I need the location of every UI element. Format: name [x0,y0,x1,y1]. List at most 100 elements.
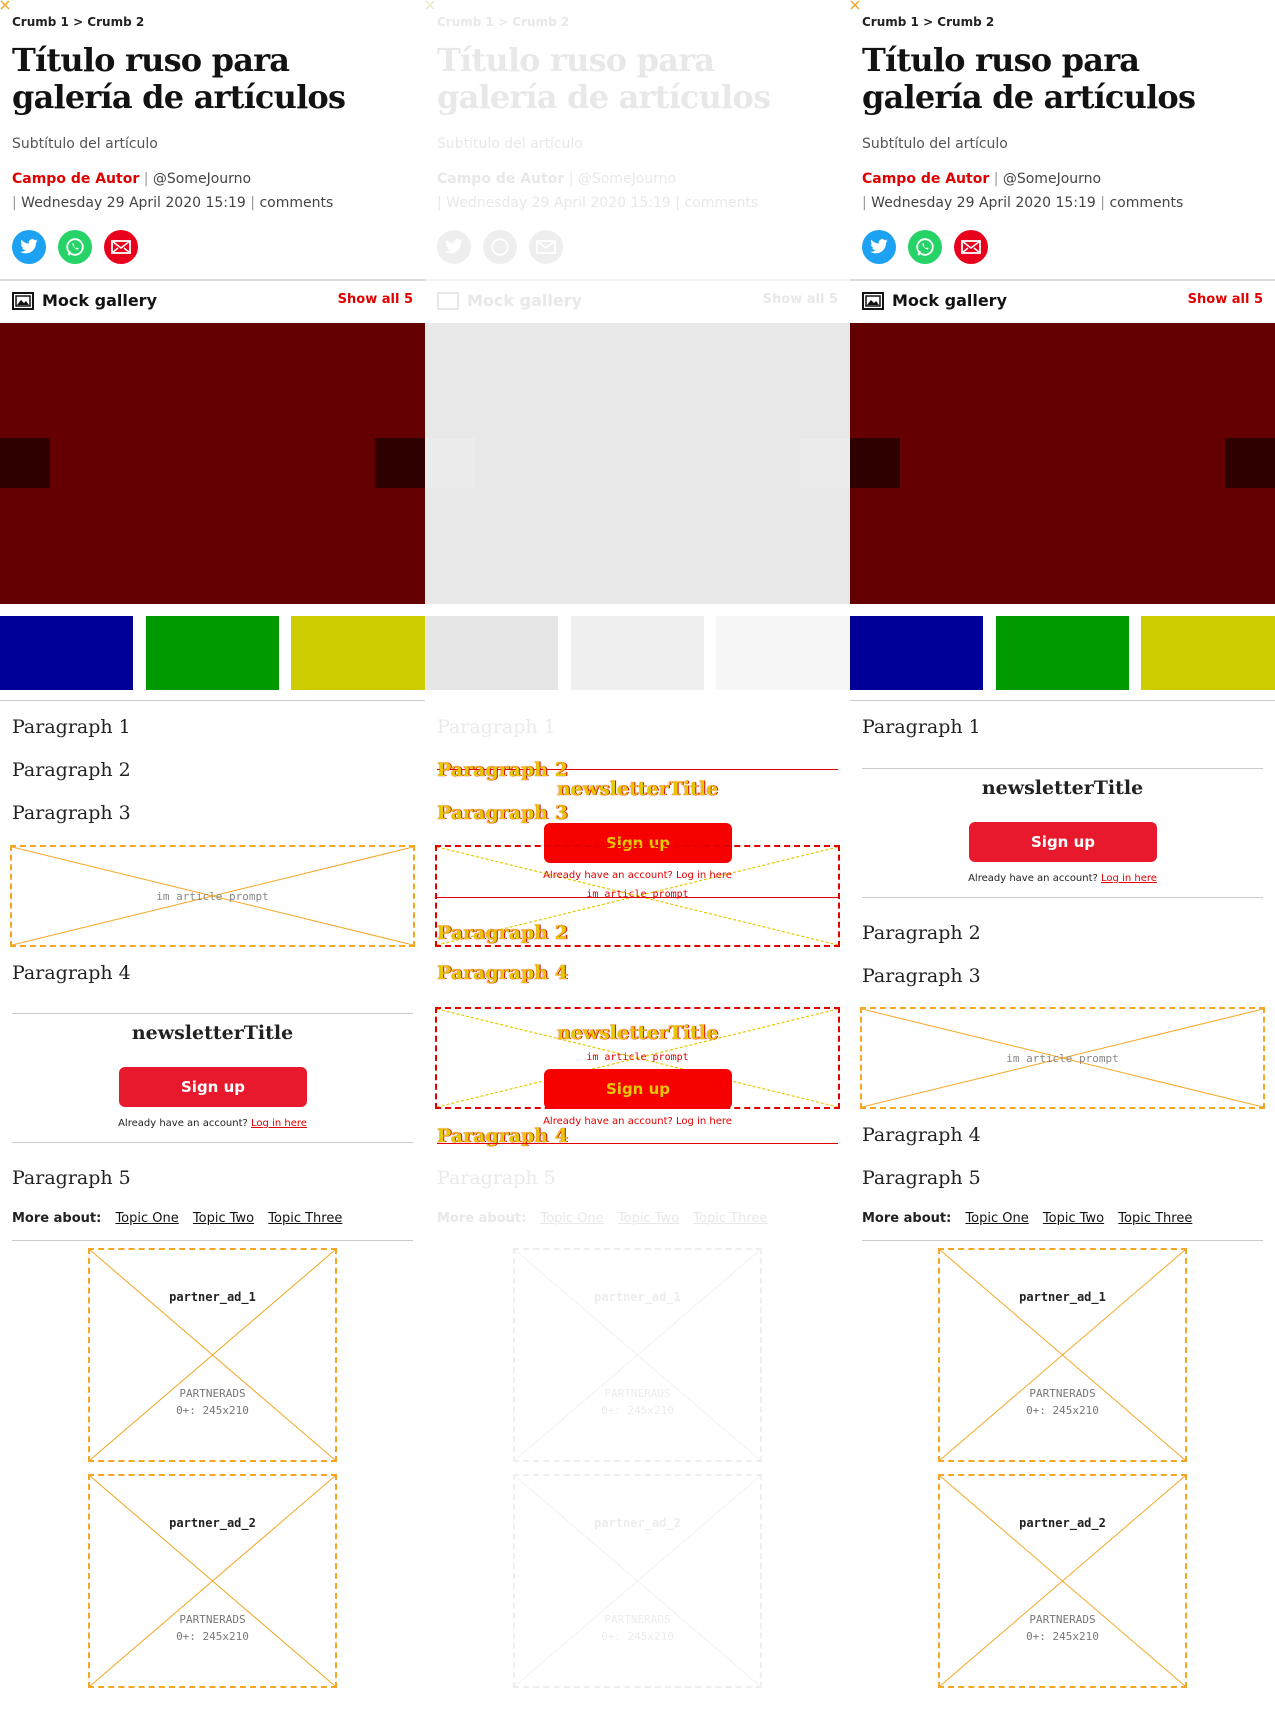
gallery-thumbnail[interactable] [716,616,850,690]
paragraph: Paragraph 4 [12,962,131,984]
comments-link[interactable]: comments [684,195,758,211]
show-all-link[interactable]: Show all 5 [763,292,838,307]
dateline: | Wednesday 29 April 2020 15:19 | commen… [12,195,333,211]
show-all-link[interactable]: Show all 5 [338,292,413,307]
email-share-button[interactable] [529,230,563,264]
dateline: | Wednesday 29 April 2020 15:19 | commen… [437,195,758,211]
broken-image-icon [850,0,860,10]
login-link[interactable]: Log in here [251,1118,307,1129]
login-prompt-text: Already have an account? [118,1118,248,1129]
ad-size: 0+: 245x210 [176,1404,249,1417]
gallery-thumbnail[interactable] [996,616,1129,690]
paragraph: Paragraph 2 [12,759,131,781]
whatsapp-share-button[interactable] [483,230,517,264]
gallery-thumbnail[interactable] [1141,616,1275,690]
author-link[interactable]: Campo de Autor [12,171,139,187]
email-share-button[interactable] [104,230,138,264]
topic-link[interactable]: Topic Two [1043,1211,1104,1226]
publish-date: Wednesday 29 April 2020 15:19 [21,195,246,211]
diff-login-link[interactable]: Log in here [676,870,732,881]
gallery-thumbnail[interactable] [425,616,558,690]
topic-link[interactable]: Topic One [540,1211,603,1226]
partner-ad-slot[interactable]: partner_ad_2 PARTNERADS 0+: 245x210 [938,1474,1187,1688]
show-all-link[interactable]: Show all 5 [1188,292,1263,307]
partner-ad-slot[interactable]: partner_ad_2 PARTNERADS 0+: 245x210 [88,1474,337,1688]
breadcrumb[interactable]: Crumb 1 > Crumb 2 [437,15,569,29]
diff-paragraph: Paragraph 3 [437,802,568,824]
dateline: | Wednesday 29 April 2020 15:19 | commen… [862,195,1183,211]
gallery-prev-button[interactable] [0,438,50,488]
topic-link[interactable]: Topic Two [193,1211,254,1226]
breadcrumb[interactable]: Crumb 1 > Crumb 2 [862,15,994,29]
byline: Campo de Autor | @SomeJourno [12,171,251,187]
prompt-label: im article prompt [156,890,269,903]
ad-info: PARTNERADS 0+: 245x210 [90,1385,335,1419]
ad-size: 0+: 245x210 [1026,1630,1099,1643]
breadcrumb[interactable]: Crumb 1 > Crumb 2 [12,15,144,29]
gallery-main-image[interactable] [0,323,425,604]
ad-name: partner_ad_1 [594,1290,681,1304]
gallery-thumbnail[interactable] [146,616,279,690]
gallery-thumbnail[interactable] [291,616,425,690]
ad-info: PARTNERADS 0+: 245x210 [515,1611,760,1645]
broken-image-icon [0,0,10,10]
author-handle[interactable]: @SomeJourno [153,171,251,187]
byline-separator: | [1100,195,1105,211]
topic-link[interactable]: Topic One [115,1211,178,1226]
paragraph: Paragraph 2 [862,922,981,944]
gallery-thumbnail[interactable] [571,616,704,690]
signup-button[interactable]: Sign up [969,822,1157,862]
signup-button[interactable]: Sign up [119,1067,307,1107]
diff-prompt-label: im article prompt [586,1052,689,1063]
newsletter-signup: newsletterTitle Sign up Already have an … [862,768,1263,898]
gallery-prev-button[interactable] [850,438,900,488]
whatsapp-share-button[interactable] [908,230,942,264]
topic-link[interactable]: Topic Three [1118,1211,1192,1226]
author-handle[interactable]: @SomeJourno [1003,171,1101,187]
partner-ad-slot[interactable]: partner_ad_2 PARTNERADS 0+: 245x210 [513,1474,762,1688]
article-title: Título ruso para galería de artículos [862,41,1196,116]
gallery-next-button[interactable] [375,438,425,488]
gallery-next-button[interactable] [800,438,850,488]
topic-link[interactable]: Topic Two [618,1211,679,1226]
whatsapp-share-button[interactable] [58,230,92,264]
gallery-main-image[interactable] [850,323,1275,604]
author-handle[interactable]: @SomeJourno [578,171,676,187]
gallery-thumbnail[interactable] [850,616,983,690]
article-prompt-placeholder: im article prompt [10,845,415,947]
topic-link[interactable]: Topic Three [693,1211,767,1226]
email-icon [111,240,131,254]
twitter-share-button[interactable] [12,230,46,264]
diff-login-link[interactable]: Log in here [676,1116,732,1127]
article-subtitle: Subtítulo del artículo [12,136,158,152]
partner-ad-slot[interactable]: partner_ad_1 PARTNERADS 0+: 245x210 [513,1248,762,1462]
gallery-header: Mock gallery [12,291,157,310]
ad-provider: PARTNERADS [179,1613,246,1626]
byline-separator: | [12,195,17,211]
gallery-main-image[interactable] [425,323,850,604]
topic-link[interactable]: Topic One [965,1211,1028,1226]
paragraph: Paragraph 1 [437,716,556,738]
partner-ad-slot[interactable]: partner_ad_1 PARTNERADS 0+: 245x210 [938,1248,1187,1462]
partner-ad-slot[interactable]: partner_ad_1 PARTNERADS 0+: 245x210 [88,1248,337,1462]
byline-separator: | [437,195,442,211]
more-about: More about: Topic One Topic Two Topic Th… [12,1211,352,1226]
email-icon [536,240,556,254]
twitter-share-button[interactable] [862,230,896,264]
twitter-share-button[interactable] [437,230,471,264]
gallery-prev-button[interactable] [425,438,475,488]
gallery-next-button[interactable] [1225,438,1275,488]
gallery-icon [862,291,884,310]
login-link[interactable]: Log in here [1101,873,1157,884]
diff-signup-button[interactable]: Sign up [544,1069,732,1109]
whatsapp-icon [66,238,84,256]
author-link[interactable]: Campo de Autor [437,171,564,187]
topic-link[interactable]: Topic Three [268,1211,342,1226]
gallery-thumbnail[interactable] [0,616,133,690]
comments-link[interactable]: comments [259,195,333,211]
ad-name: partner_ad_1 [1019,1290,1106,1304]
comments-link[interactable]: comments [1109,195,1183,211]
author-link[interactable]: Campo de Autor [862,171,989,187]
email-share-button[interactable] [954,230,988,264]
divider [12,1240,413,1241]
